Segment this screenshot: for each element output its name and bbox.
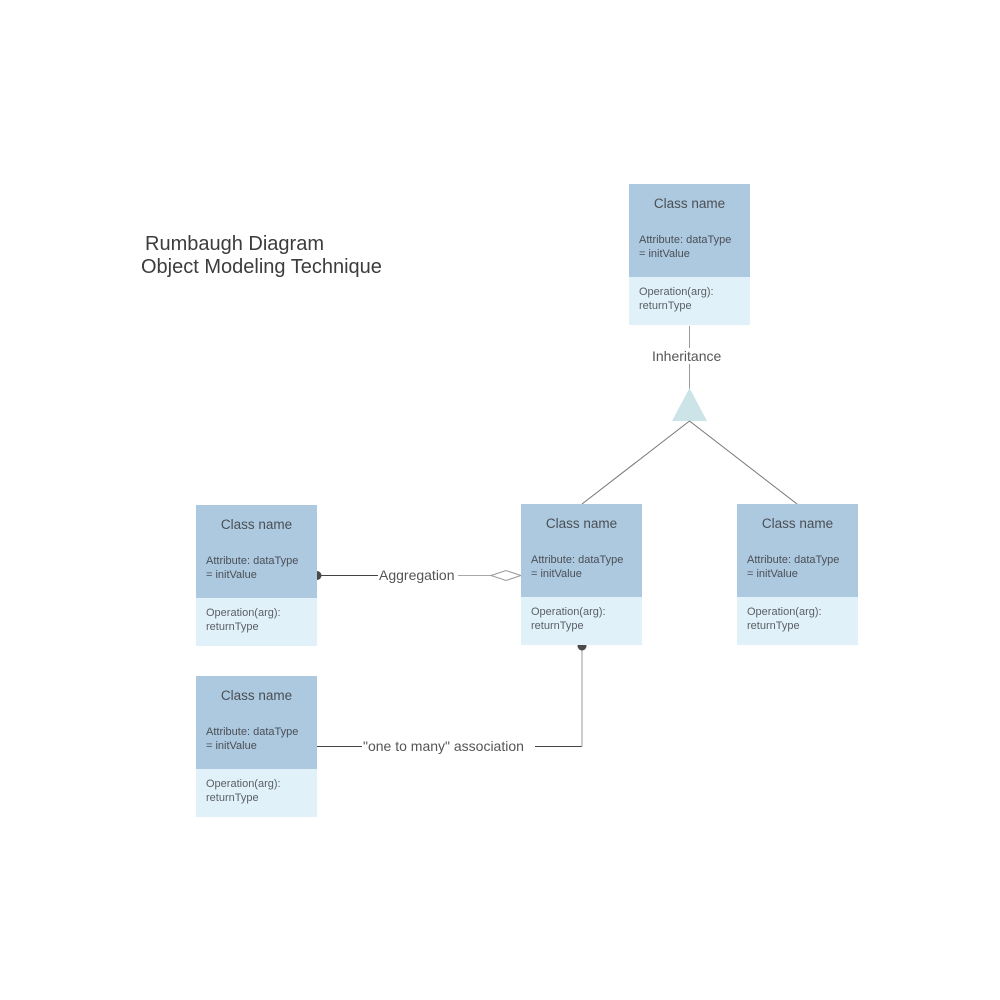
class-box-association-end[interactable]: Class name Attribute: dataType = initVal…: [196, 676, 317, 817]
class-header: Class name Attribute: dataType = initVal…: [629, 184, 750, 277]
connectors: [312, 326, 798, 747]
class-attribute: Attribute: dataType = initValue: [639, 234, 732, 260]
inheritance-label: Inheritance: [651, 348, 723, 364]
inheritance-branch-right: [689, 420, 798, 505]
class-operation: Operation(arg): returnType: [531, 606, 606, 632]
class-header: Class name Attribute: dataType = initVal…: [737, 504, 858, 597]
class-operations: Operation(arg): returnType: [196, 769, 317, 817]
association-label: "one to many" association: [362, 738, 525, 754]
class-attribute: Attribute: dataType = initValue: [206, 555, 299, 581]
class-box-parent[interactable]: Class name Attribute: dataType = initVal…: [629, 184, 750, 325]
class-operations: Operation(arg): returnType: [629, 277, 750, 325]
class-box-child-left[interactable]: Class name Attribute: dataType = initVal…: [521, 504, 642, 645]
class-operation: Operation(arg): returnType: [747, 606, 822, 632]
class-box-child-right[interactable]: Class name Attribute: dataType = initVal…: [737, 504, 858, 645]
class-attribute: Attribute: dataType = initValue: [531, 554, 624, 580]
class-name: Class name: [220, 688, 293, 703]
class-attribute: Attribute: dataType = initValue: [206, 726, 299, 752]
inheritance-branch-left: [581, 420, 690, 505]
class-name: Class name: [761, 516, 834, 531]
class-operations: Operation(arg): returnType: [737, 597, 858, 645]
class-operations: Operation(arg): returnType: [521, 597, 642, 645]
class-operations: Operation(arg): returnType: [196, 598, 317, 646]
class-header: Class name Attribute: dataType = initVal…: [196, 676, 317, 769]
class-name: Class name: [653, 196, 726, 211]
class-header: Class name Attribute: dataType = initVal…: [196, 505, 317, 598]
inheritance-triangle-icon: [672, 388, 707, 421]
class-header: Class name Attribute: dataType = initVal…: [521, 504, 642, 597]
aggregation-diamond-icon: [489, 569, 523, 582]
class-operation: Operation(arg): returnType: [206, 607, 281, 633]
class-box-aggregate-part[interactable]: Class name Attribute: dataType = initVal…: [196, 505, 317, 646]
class-operation: Operation(arg): returnType: [206, 778, 281, 804]
class-operation: Operation(arg): returnType: [639, 286, 714, 312]
class-name: Class name: [220, 517, 293, 532]
class-attribute: Attribute: dataType = initValue: [747, 554, 840, 580]
class-name: Class name: [545, 516, 618, 531]
aggregation-label: Aggregation: [378, 567, 456, 583]
